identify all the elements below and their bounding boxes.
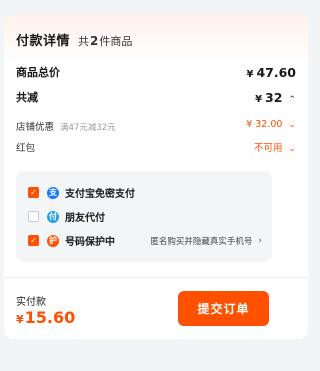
- footer-divider: [4, 277, 308, 278]
- chevron-down-icon: ⌄: [288, 120, 296, 130]
- store-discount-row[interactable]: 店铺优惠 满47元减32元 ¥ 32.00 ⌄: [16, 115, 296, 134]
- option-label: 支付宝免密支付: [65, 189, 135, 200]
- checkbox-number-protection[interactable]: ✓: [28, 235, 39, 246]
- checkbox-friend-pay[interactable]: [28, 211, 39, 222]
- option-alipay-nopwd[interactable]: ✓ 支 支付宝免密支付: [28, 185, 262, 200]
- store-discount-value: ¥ 32.00: [246, 119, 283, 130]
- option-number-protection[interactable]: ✓ 护 号码保护中 匿名购买并隐藏真实手机号 ›: [28, 233, 262, 248]
- friend-pay-icon: 付: [47, 210, 59, 223]
- actual-payment-amount: ¥15.60: [16, 308, 76, 327]
- actual-payment-label: 实付款: [16, 297, 46, 308]
- number-protect-icon: 护: [47, 234, 59, 247]
- goods-total-label: 商品总价: [16, 66, 60, 79]
- discount-total-value: ¥32 ⌃: [255, 89, 296, 105]
- discount-total-label: 共减: [16, 91, 38, 104]
- goods-total-row: 商品总价 ¥47.60: [16, 64, 296, 80]
- store-discount-value-group: ¥ 32.00 ⌄: [246, 119, 296, 130]
- red-packet-value: 不可用: [253, 143, 283, 154]
- goods-total-value: ¥47.60: [246, 64, 296, 80]
- store-discount-label: 店铺优惠: [16, 122, 55, 133]
- red-packet-label: 红包: [16, 143, 36, 154]
- red-packet-row[interactable]: 红包 不可用 ⌄: [16, 140, 296, 154]
- page-title: 付款详情: [16, 34, 71, 49]
- number-protection-detail[interactable]: 匿名购买并隐藏真实手机号 ›: [150, 235, 262, 247]
- number-protection-note: 匿名购买并隐藏真实手机号: [150, 236, 253, 247]
- payment-details-card: 付款详情 共2件商品 商品总价 ¥47.60 共减 ¥32 ⌃ 店铺优惠 满47元减…: [4, 14, 308, 339]
- store-discount-label-group: 店铺优惠 满47元减32元: [16, 115, 116, 134]
- red-packet-value-group: 不可用 ⌄: [254, 140, 296, 154]
- item-count: 共2件商品: [78, 34, 133, 48]
- card-header: 付款详情 共2件商品: [16, 30, 132, 49]
- alipay-icon: 支: [47, 186, 59, 199]
- payment-options-panel: ✓ 支 支付宝免密支付 付 朋友代付 ✓ 护 号码保护中 匿名购买并隐藏真实手机…: [16, 171, 272, 262]
- chevron-up-icon: ⌃: [288, 94, 296, 105]
- option-label: 朋友代付: [65, 213, 105, 224]
- checkbox-alipay-nopwd[interactable]: ✓: [28, 187, 39, 198]
- discount-total-row[interactable]: 共减 ¥32 ⌃: [16, 89, 296, 105]
- option-label: 号码保护中: [65, 237, 115, 248]
- store-discount-note: 满47元减32元: [60, 123, 116, 133]
- chevron-down-icon: ⌄: [288, 144, 296, 154]
- chevron-right-icon: ›: [258, 235, 262, 246]
- option-friend-pay[interactable]: 付 朋友代付: [28, 209, 262, 224]
- submit-order-button[interactable]: 提交订单: [178, 291, 269, 326]
